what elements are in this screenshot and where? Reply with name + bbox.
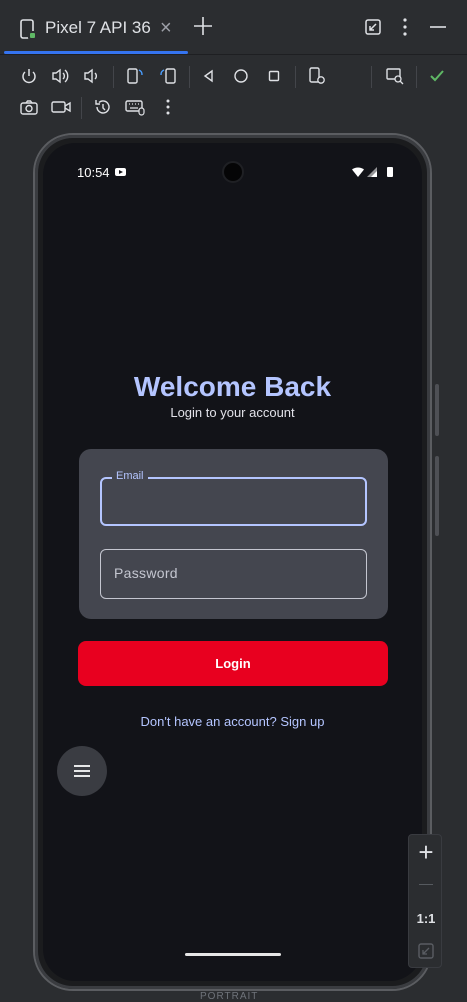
zoom-panel: + — 1:1	[408, 834, 442, 968]
camera-icon	[20, 100, 38, 115]
minimize-icon[interactable]	[427, 16, 449, 38]
welcome-title: Welcome Back	[133, 371, 332, 402]
orientation-label: PORTRAIT	[200, 991, 259, 1002]
home-circle-icon	[234, 69, 248, 83]
password-field[interactable]: Password	[100, 549, 367, 599]
device-settings-button[interactable]	[305, 64, 329, 88]
rotate-left-button[interactable]	[123, 64, 147, 88]
login-button[interactable]: Login	[78, 641, 388, 686]
toolbar-separator	[371, 66, 372, 88]
hamburger-menu-icon	[74, 765, 90, 777]
device-screen[interactable]: 10:54 Welcome Back Login to your account…	[43, 143, 422, 981]
zoom-in-button[interactable]: +	[409, 837, 443, 868]
volume-up-icon	[52, 68, 69, 84]
device-settings-icon	[309, 67, 325, 84]
overview-square-icon	[268, 70, 280, 82]
rotate-right-button[interactable]	[156, 64, 180, 88]
device-tab[interactable]: Pixel 7 API 36 ×	[0, 0, 188, 55]
emulator-toolbar-row-2	[0, 91, 467, 123]
wifi-icon	[352, 167, 364, 177]
check-icon	[430, 70, 444, 82]
login-card: Email Password	[79, 449, 388, 619]
youtube-notification-icon	[115, 168, 126, 176]
battery-icon	[387, 167, 393, 177]
welcome-subtitle: Login to your account	[170, 405, 295, 420]
inspect-button[interactable]	[383, 64, 407, 88]
volume-down-icon	[84, 68, 97, 84]
run-check-button[interactable]	[425, 64, 449, 88]
add-tab-icon[interactable]	[192, 15, 214, 37]
power-icon	[22, 69, 36, 84]
screenshot-button[interactable]	[17, 95, 41, 119]
power-button[interactable]	[17, 64, 41, 88]
keyboard-mouse-icon	[125, 100, 145, 116]
email-label: Email	[112, 470, 148, 482]
toolbar-separator	[295, 66, 296, 88]
phone-side-button	[435, 384, 439, 436]
overview-button[interactable]	[262, 64, 286, 88]
front-camera	[222, 161, 244, 183]
history-icon	[95, 100, 110, 114]
more-toolbar-button[interactable]	[156, 95, 180, 119]
home-button[interactable]	[229, 64, 253, 88]
toolbar-separator	[189, 66, 190, 88]
zoom-fit-icon[interactable]	[417, 942, 435, 960]
rotate-right-icon	[160, 68, 176, 84]
status-time: 10:54	[77, 165, 110, 180]
video-camera-icon	[51, 101, 71, 113]
back-button[interactable]	[197, 64, 221, 88]
back-triangle-icon	[203, 69, 213, 83]
menu-fab[interactable]	[57, 746, 107, 796]
device-manager-icon	[20, 19, 36, 39]
emulator-toolbar-row-1	[0, 60, 467, 92]
tab-active-indicator	[4, 51, 188, 54]
zoom-actual-size-button[interactable]: 1:1	[409, 911, 443, 926]
volume-up-button[interactable]	[49, 64, 73, 88]
signup-link[interactable]: Don't have an account? Sign up	[43, 714, 422, 729]
keyboard-button[interactable]	[123, 95, 147, 119]
more-vertical-icon	[166, 99, 170, 115]
phone-side-button	[435, 456, 439, 536]
restore-window-icon[interactable]	[362, 16, 384, 38]
toolbar-separator	[416, 66, 417, 88]
toolbar-separator	[81, 97, 82, 119]
zoom-out-button[interactable]: —	[409, 875, 443, 891]
email-field[interactable]: Email	[100, 470, 367, 526]
tab-bar: Pixel 7 API 36 ×	[0, 0, 467, 55]
tab-close-icon[interactable]: ×	[160, 17, 172, 40]
layout-inspect-icon	[386, 68, 404, 85]
screen-record-button[interactable]	[49, 95, 73, 119]
toolbar-separator	[113, 66, 114, 88]
tab-title: Pixel 7 API 36	[45, 18, 151, 37]
status-bar-icons	[352, 167, 393, 177]
volume-down-button[interactable]	[80, 64, 104, 88]
gesture-home-bar[interactable]	[185, 953, 281, 956]
more-options-icon[interactable]	[394, 16, 416, 38]
snapshot-button[interactable]	[91, 95, 115, 119]
password-placeholder: Password	[114, 565, 178, 581]
rotate-left-icon	[127, 68, 143, 84]
